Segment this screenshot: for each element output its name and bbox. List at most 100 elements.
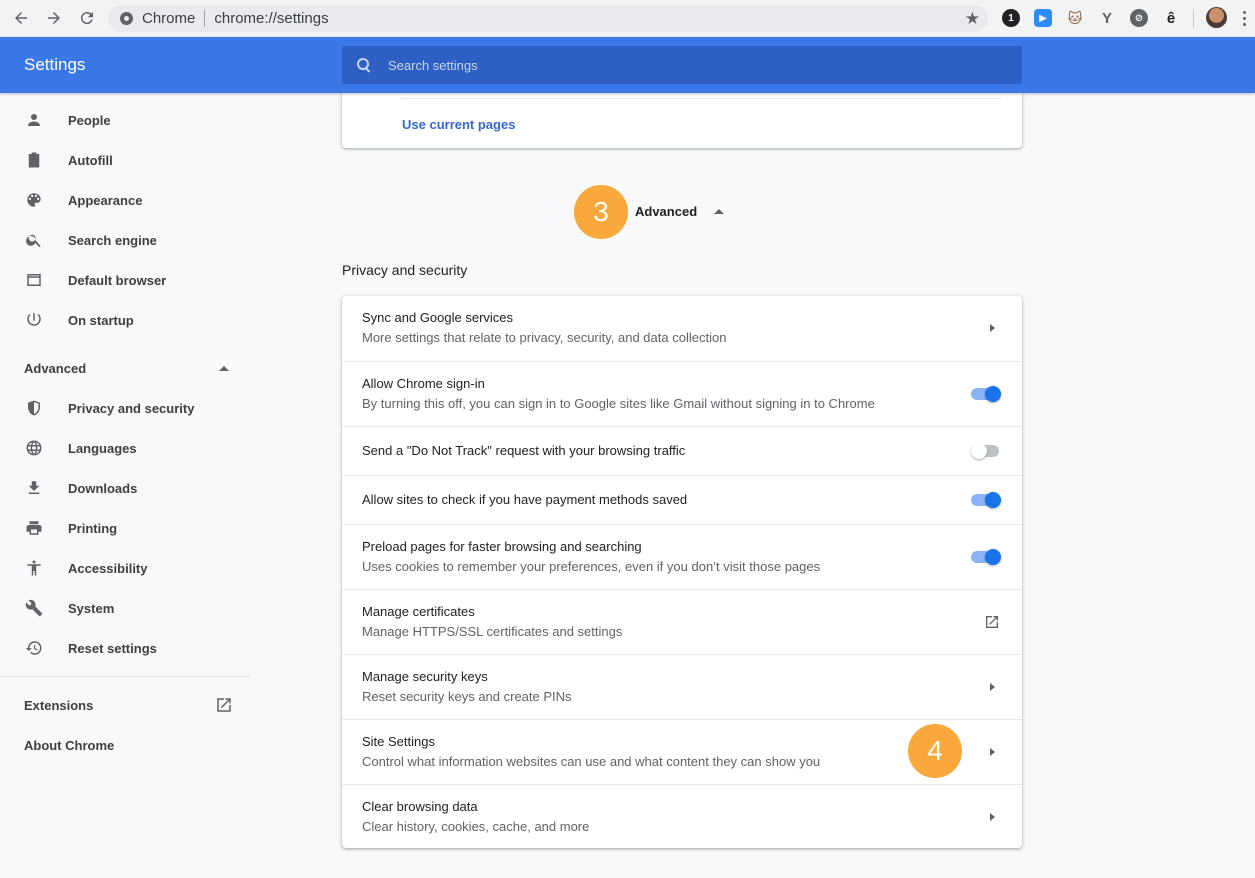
- sidebar-item-label: Search engine: [68, 232, 157, 248]
- row-title: Allow sites to check if you have payment…: [362, 492, 688, 507]
- row-title: Manage security keys: [362, 669, 488, 684]
- row-sync-google-services[interactable]: Sync and Google services More settings t…: [342, 296, 1022, 361]
- history-icon: [24, 638, 44, 658]
- palette-icon: [24, 190, 44, 210]
- back-arrow-icon[interactable]: [8, 6, 34, 30]
- caret-up-icon[interactable]: [219, 366, 229, 371]
- open-in-new-icon: [214, 695, 234, 715]
- wrench-icon: [24, 598, 44, 618]
- arrow-right-icon[interactable]: [990, 813, 995, 821]
- profile-avatar[interactable]: [1206, 7, 1227, 28]
- startup-card: Use current pages: [342, 88, 1022, 148]
- row-subtitle: Manage HTTPS/SSL certificates and settin…: [362, 624, 623, 639]
- more-menu-icon[interactable]: [1238, 7, 1250, 29]
- row-title: Site Settings: [362, 734, 435, 749]
- row-title: Send a "Do Not Track" request with your …: [362, 443, 686, 458]
- step-badge-3: 3: [574, 185, 628, 239]
- sidebar-item-people[interactable]: People: [0, 100, 250, 140]
- sidebar-item-reset-settings[interactable]: Reset settings: [0, 628, 250, 668]
- search-input[interactable]: [388, 57, 988, 73]
- e-extension-icon[interactable]: ê: [1162, 9, 1180, 27]
- sidebar-item-about-chrome[interactable]: About Chrome: [0, 725, 250, 765]
- sidebar-item-on-startup[interactable]: On startup: [0, 300, 250, 340]
- allow-signin-toggle[interactable]: [971, 384, 1003, 404]
- power-icon: [24, 310, 44, 330]
- sidebar-divider: [0, 676, 250, 677]
- sidebar-item-label: People: [68, 112, 111, 128]
- password-manager-extension-icon[interactable]: 1: [1002, 9, 1020, 27]
- reload-icon[interactable]: [74, 6, 100, 30]
- person-icon: [24, 110, 44, 130]
- row-preload-pages: Preload pages for faster browsing and se…: [342, 524, 1022, 589]
- sidebar-item-label: System: [68, 600, 115, 616]
- arrow-right-icon[interactable]: [990, 324, 995, 332]
- sidebar-item-appearance[interactable]: Appearance: [0, 180, 250, 220]
- sidebar-item-default-browser[interactable]: Default browser: [0, 260, 250, 300]
- row-allow-chrome-signin: Allow Chrome sign-in By turning this off…: [342, 361, 1022, 426]
- search-settings-box[interactable]: [342, 46, 1022, 84]
- row-title: Clear browsing data: [362, 799, 478, 814]
- toolbar-separator: [1193, 9, 1194, 28]
- branch-extension-icon[interactable]: Y: [1098, 9, 1116, 27]
- search-icon: [356, 57, 372, 73]
- privacy-section-title: Privacy and security: [342, 262, 468, 278]
- forward-arrow-icon[interactable]: [41, 6, 67, 30]
- bookmark-star-icon[interactable]: ★: [965, 9, 980, 29]
- address-separator: [204, 10, 206, 27]
- chrome-site-icon: [120, 12, 133, 25]
- row-manage-security-keys[interactable]: Manage security keys Reset security keys…: [342, 654, 1022, 719]
- sidebar-item-label: Printing: [68, 520, 118, 536]
- url-text: chrome://settings: [214, 10, 329, 27]
- caret-up-icon[interactable]: [714, 209, 724, 214]
- clipboard-icon: [24, 150, 44, 170]
- row-title: Manage certificates: [362, 604, 475, 619]
- preload-pages-toggle[interactable]: [971, 547, 1003, 567]
- payment-methods-toggle[interactable]: [971, 490, 1003, 510]
- open-in-new-icon[interactable]: [984, 614, 1000, 630]
- row-payment-methods: Allow sites to check if you have payment…: [342, 475, 1022, 524]
- sidebar-item-label: Reset settings: [68, 640, 157, 656]
- search-icon: [24, 230, 44, 250]
- video-call-extension-icon[interactable]: ▶: [1034, 9, 1052, 27]
- download-icon: [24, 478, 44, 498]
- sidebar-advanced-header[interactable]: Advanced: [24, 361, 86, 376]
- sidebar-item-system[interactable]: System: [0, 588, 250, 628]
- sidebar-item-privacy[interactable]: Privacy and security: [0, 388, 250, 428]
- arrow-right-icon[interactable]: [990, 748, 995, 756]
- link-extension-icon[interactable]: ⊘: [1130, 9, 1148, 27]
- sidebar-item-languages[interactable]: Languages: [0, 428, 250, 468]
- row-manage-certificates[interactable]: Manage certificates Manage HTTPS/SSL cer…: [342, 589, 1022, 654]
- row-clear-browsing-data[interactable]: Clear browsing data Clear history, cooki…: [342, 784, 1022, 848]
- browser-window-icon: [24, 270, 44, 290]
- row-title: Sync and Google services: [362, 310, 514, 325]
- use-current-pages-link[interactable]: Use current pages: [402, 117, 515, 132]
- globe-icon: [24, 438, 44, 458]
- shield-icon: [24, 398, 44, 418]
- sidebar-item-search-engine[interactable]: Search engine: [0, 220, 250, 260]
- row-subtitle: Uses cookies to remember your preference…: [362, 559, 821, 574]
- sidebar-item-accessibility[interactable]: Accessibility: [0, 548, 250, 588]
- row-title: Allow Chrome sign-in: [362, 376, 485, 391]
- row-subtitle: Clear history, cookies, cache, and more: [362, 819, 590, 834]
- do-not-track-toggle[interactable]: [971, 441, 1003, 461]
- sidebar-item-label: About Chrome: [24, 737, 115, 753]
- browser-toolbar: Chrome chrome://settings ★ 1 ▶ 🐱 Y ⊘ ê: [0, 0, 1255, 37]
- cat-extension-icon[interactable]: 🐱: [1066, 9, 1084, 27]
- sidebar-item-autofill[interactable]: Autofill: [0, 140, 250, 180]
- arrow-right-icon[interactable]: [990, 683, 995, 691]
- sidebar-item-printing[interactable]: Printing: [0, 508, 250, 548]
- accessibility-icon: [24, 558, 44, 578]
- sidebar-item-label: Downloads: [68, 480, 138, 496]
- sidebar-item-label: Accessibility: [68, 560, 148, 576]
- advanced-toggle-label[interactable]: Advanced: [635, 204, 697, 219]
- row-do-not-track: Send a "Do Not Track" request with your …: [342, 426, 1022, 475]
- settings-header: Settings: [0, 37, 1255, 93]
- sidebar-item-label: Autofill: [68, 152, 113, 168]
- sidebar-item-label: Appearance: [68, 192, 143, 208]
- address-bar[interactable]: Chrome chrome://settings ★: [108, 5, 988, 32]
- page-title: Settings: [24, 55, 86, 74]
- sidebar-item-extensions[interactable]: Extensions: [0, 685, 250, 725]
- sidebar-item-downloads[interactable]: Downloads: [0, 468, 250, 508]
- address-chip: Chrome: [142, 10, 196, 27]
- row-subtitle: More settings that relate to privacy, se…: [362, 330, 727, 345]
